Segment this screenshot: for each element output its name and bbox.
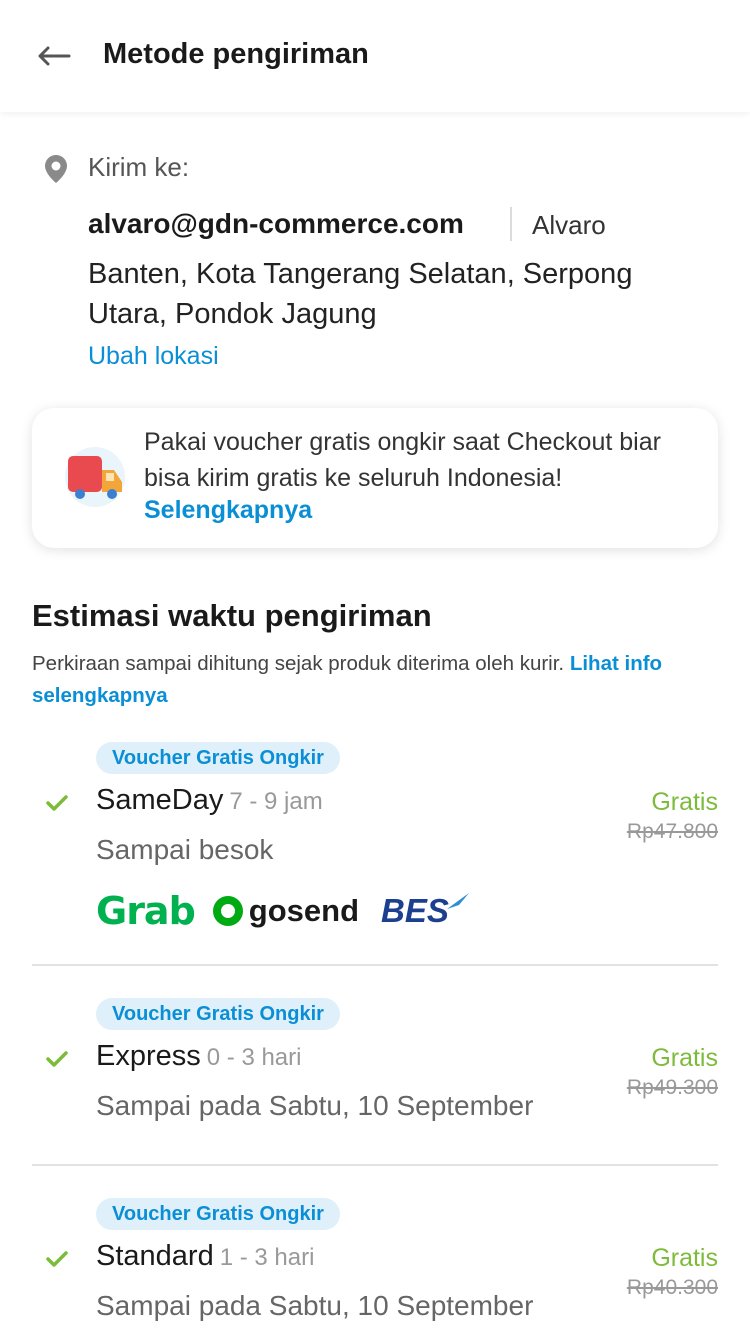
- price-original: Rp40.300: [626, 1276, 718, 1299]
- courier-logos: Grab gosend BES: [96, 888, 471, 934]
- estimate-description-text: Perkiraan sampai dihitung sejak produk d…: [32, 652, 565, 675]
- back-button[interactable]: [34, 38, 74, 74]
- send-to-label: Kirim ke:: [88, 152, 190, 182]
- header: Metode pengiriman: [0, 0, 750, 112]
- promo-more-link[interactable]: Selengkapnya: [144, 496, 312, 525]
- divider: [510, 207, 512, 241]
- price-free: Gratis: [651, 1244, 718, 1272]
- option-time: 0 - 3 hari: [206, 1044, 302, 1071]
- price-original: Rp49.300: [626, 1076, 718, 1099]
- address-line: Banten, Kota Tangerang Selatan, Serpong …: [88, 258, 633, 330]
- voucher-badge: Voucher Gratis Ongkir: [96, 998, 340, 1030]
- option-eta: Sampai pada Sabtu, 10 September: [96, 1090, 534, 1121]
- option-eta: Sampai pada Sabtu, 10 September: [96, 1290, 534, 1321]
- shipping-option-standard[interactable]: Voucher Gratis Ongkir Standard 1 - 3 hari…: [32, 1198, 718, 1334]
- option-time: 1 - 3 hari: [219, 1244, 315, 1271]
- recipient-email: alvaro@gdn-commerce.com: [88, 208, 464, 239]
- option-name: SameDay 7 - 9 jam: [96, 784, 323, 817]
- option-eta: Sampai besok: [96, 834, 274, 865]
- divider: [32, 1164, 718, 1166]
- voucher-badge: Voucher Gratis Ongkir: [96, 1198, 340, 1230]
- shipping-option-sameday[interactable]: Voucher Gratis Ongkir SameDay 7 - 9 jam S…: [32, 742, 718, 942]
- gosend-logo: gosend: [248, 893, 360, 928]
- price-original: Rp47.800: [626, 820, 718, 843]
- option-name: Express 0 - 3 hari: [96, 1040, 301, 1073]
- shipping-option-express[interactable]: Voucher Gratis Ongkir Express 0 - 3 hari …: [32, 998, 718, 1138]
- delivery-truck-icon: [65, 447, 125, 507]
- promo-text: Pakai voucher gratis ongkir saat Checkou…: [144, 428, 661, 492]
- change-location-link[interactable]: Ubah lokasi: [88, 342, 219, 371]
- option-name-text: Express: [96, 1040, 201, 1072]
- recipient-name: Alvaro: [532, 210, 606, 240]
- price-free: Gratis: [651, 1044, 718, 1072]
- location-pin-icon: [45, 155, 67, 183]
- voucher-badge: Voucher Gratis Ongkir: [96, 742, 340, 774]
- check-icon: [46, 1051, 68, 1067]
- page-title: Metode pengiriman: [103, 38, 369, 70]
- promo-card: Pakai voucher gratis ongkir saat Checkou…: [32, 408, 718, 548]
- bes-wing-icon: [446, 893, 469, 909]
- option-name-text: Standard: [96, 1240, 214, 1272]
- bes-logo: BES: [381, 892, 449, 929]
- check-icon: [46, 1251, 68, 1267]
- divider: [32, 964, 718, 966]
- price-free: Gratis: [651, 788, 718, 816]
- estimate-description: Perkiraan sampai dihitung sejak produk d…: [32, 648, 722, 712]
- gosend-logo-icon: [212, 896, 243, 926]
- check-icon: [46, 795, 68, 811]
- grab-logo: Grab: [96, 889, 196, 933]
- estimate-title: Estimasi waktu pengiriman: [32, 598, 432, 633]
- option-time: 7 - 9 jam: [229, 788, 323, 815]
- option-name: Standard 1 - 3 hari: [96, 1240, 314, 1273]
- arrow-left-icon: [38, 46, 71, 66]
- option-name-text: SameDay: [96, 784, 224, 816]
